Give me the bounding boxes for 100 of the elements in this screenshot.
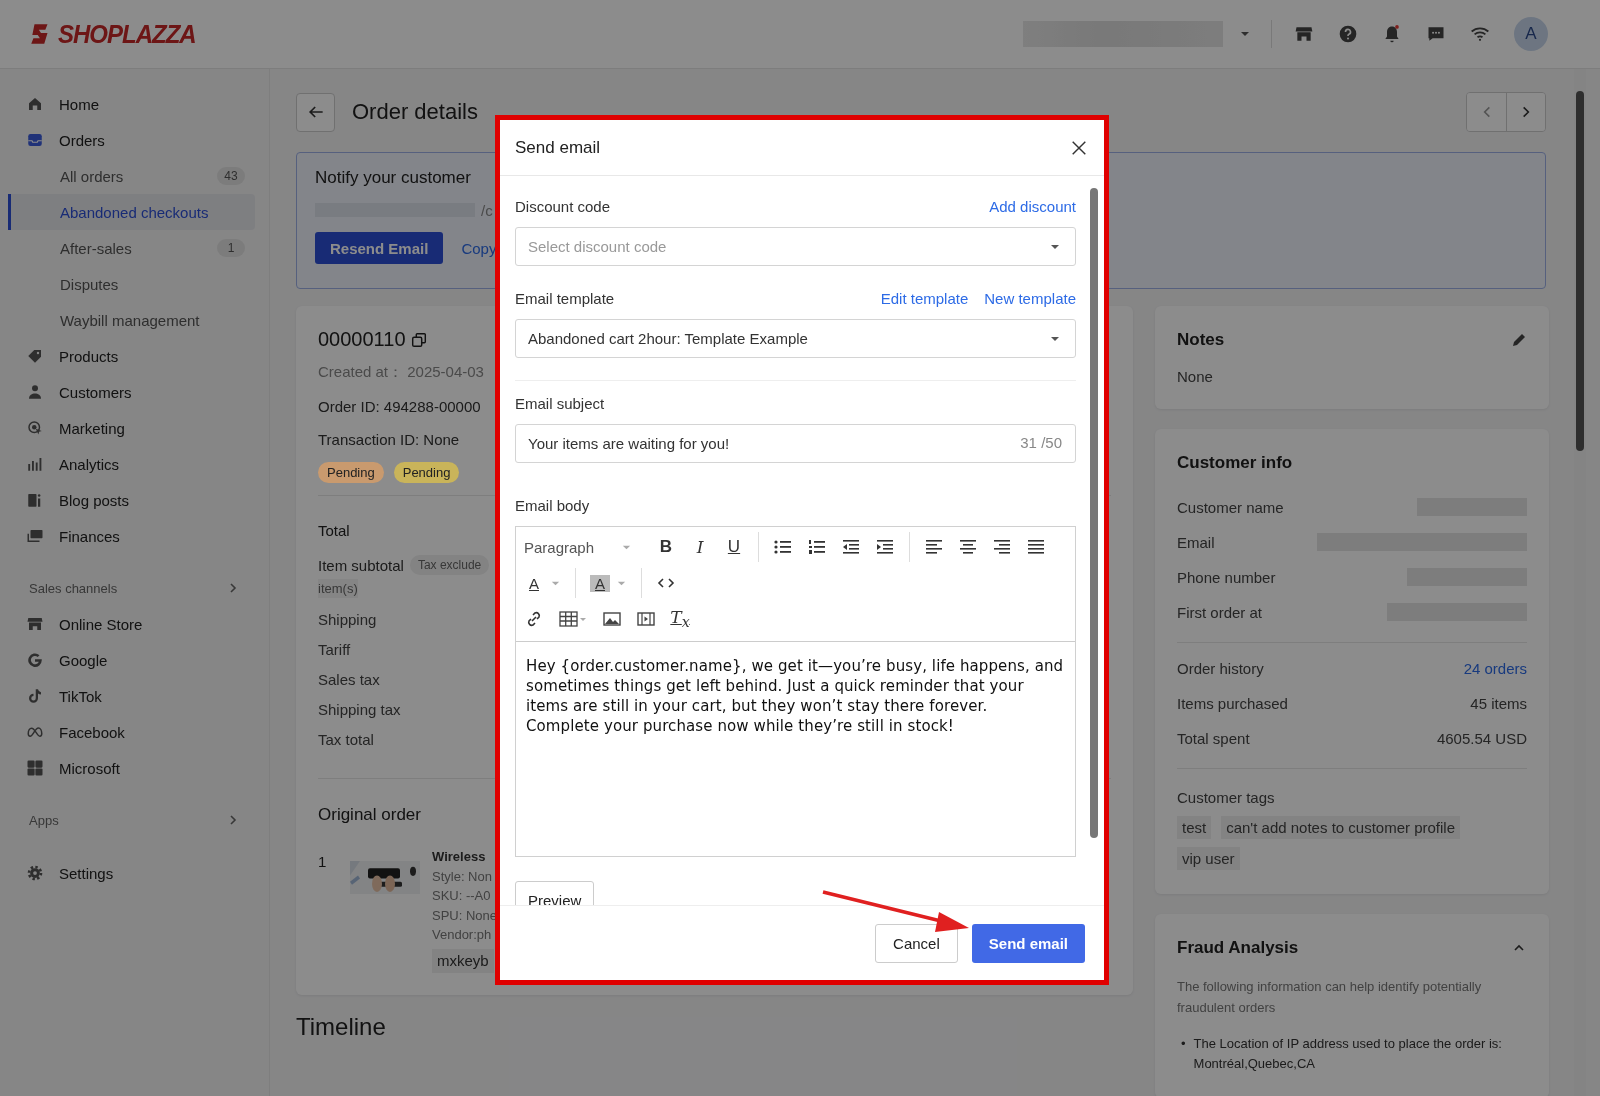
align-left-icon[interactable]	[924, 537, 944, 557]
nav-item[interactable]: Orders	[0, 122, 255, 158]
chat-icon[interactable]	[1426, 24, 1446, 44]
nav-item[interactable]: Online Store	[0, 606, 255, 642]
preview-button[interactable]: Preview	[515, 881, 595, 905]
nav-item[interactable]: Marketing	[0, 410, 255, 446]
nav-item[interactable]: Customers	[0, 374, 255, 410]
outdent-icon[interactable]	[841, 537, 861, 557]
card-icon	[26, 527, 44, 545]
nav-item[interactable]: TikTok	[0, 678, 255, 714]
wifi-icon[interactable]	[1470, 24, 1490, 44]
numbered-list-icon[interactable]	[807, 537, 827, 557]
nav-subitem[interactable]: After-sales 1	[0, 230, 255, 266]
tax-badge: Tax exclude	[409, 555, 490, 575]
person-icon	[26, 383, 44, 401]
image-icon[interactable]	[602, 609, 622, 629]
nav-subitem[interactable]: Waybill management	[0, 302, 255, 338]
indent-icon[interactable]	[875, 537, 895, 557]
copy-link[interactable]: Copy	[461, 239, 497, 257]
row-label: Sales tax	[318, 671, 380, 688]
nav-subitem[interactable]: Disputes	[0, 266, 255, 302]
section-title: Total	[318, 522, 350, 539]
help-icon[interactable]	[1338, 24, 1358, 44]
section-heading: Apps	[29, 812, 59, 828]
pencil-icon[interactable]	[1511, 332, 1527, 348]
justify-icon[interactable]	[1026, 537, 1046, 557]
text-color-button[interactable]: A	[524, 574, 544, 592]
edit-template-link[interactable]: Edit template	[880, 289, 969, 307]
letter-g-icon	[26, 651, 44, 669]
section-title: Original order	[318, 805, 421, 825]
template-select[interactable]: Abandoned cart 2hour: Template Example	[515, 319, 1076, 358]
email-body-field[interactable]: Hey {order.customer.name}, we get it—you’re busy, life happens, and sometimes things get left behind. Just a quick reminder that your items are still in your cart, but they won’t stay there forever. Complete your purchase now while they’re still in stock!	[516, 642, 1075, 856]
bold-button[interactable]: B	[656, 537, 676, 557]
transaction-id: Transaction ID: None	[318, 431, 460, 448]
nav-item[interactable]: Home	[0, 86, 255, 122]
items-note: item(s)	[318, 579, 358, 598]
underline-button[interactable]: U	[724, 537, 744, 557]
product-detail: Style: Non	[432, 867, 493, 886]
tag-icon	[26, 347, 44, 365]
customer-tag: test	[1177, 816, 1212, 839]
card-title: Notes	[1177, 330, 1225, 350]
nav-item[interactable]: Analytics	[0, 446, 255, 482]
nav-subitem[interactable]: All orders 43	[0, 158, 255, 194]
nav-item[interactable]: Blog posts	[0, 482, 255, 518]
resend-button[interactable]: Resend Email	[315, 232, 444, 264]
nav-item[interactable]: Google	[0, 642, 255, 678]
character-counter: 31 /50	[1020, 434, 1062, 451]
status-tag: Pending	[393, 462, 460, 483]
field-label: Discount code	[515, 197, 611, 215]
status-tag: Pending	[318, 462, 384, 483]
nav-item[interactable]: Finances	[0, 518, 255, 554]
nav-subitem[interactable]: Abandoned checkouts	[8, 194, 255, 230]
notes-text: None	[1177, 368, 1214, 385]
field-label: First order at	[1177, 603, 1263, 621]
add-discount-link[interactable]: Add discount	[989, 197, 1076, 215]
product-detail: SPU: None	[432, 906, 498, 925]
field-label: Email	[1177, 533, 1215, 551]
cancel-button[interactable]: Cancel	[875, 923, 958, 963]
video-icon[interactable]	[636, 609, 656, 629]
close-icon[interactable]	[1070, 138, 1088, 157]
back-button[interactable]	[296, 92, 335, 132]
table-icon[interactable]	[558, 609, 588, 629]
link-text: /c	[481, 201, 493, 219]
customer-tag: vip user	[1177, 847, 1240, 870]
chevron-right-icon[interactable]	[227, 814, 239, 826]
discount-select[interactable]: Select discount code	[515, 227, 1076, 266]
product-detail: SKU: --A0	[432, 887, 492, 906]
customer-tag: can't add notes to customer profile	[1221, 816, 1460, 839]
orders-link[interactable]: 24 orders	[1463, 659, 1527, 677]
banner-title: Notify your customer	[315, 168, 472, 188]
section-heading: Sales channels	[29, 580, 118, 596]
page-title: Order details	[352, 99, 479, 125]
field-label: Customer tags	[1177, 789, 1276, 806]
gear-icon	[26, 864, 44, 882]
align-right-icon[interactable]	[992, 537, 1012, 557]
field-value: 45 items	[1470, 694, 1527, 712]
fraud-description: The following information can help identify potentially fraudulent orders	[1177, 978, 1483, 1017]
row-label: Shipping	[318, 611, 377, 628]
highlight-color-button[interactable]: A	[590, 574, 610, 592]
chevron-right-icon[interactable]	[227, 582, 239, 594]
nav-item[interactable]: Facebook	[0, 714, 255, 750]
paragraph-dropdown[interactable]: Paragraph	[524, 538, 642, 556]
nav-item[interactable]: Microsoft	[0, 750, 255, 786]
nav-item[interactable]: Settings	[0, 855, 255, 891]
avatar[interactable]: A	[1514, 17, 1548, 51]
copy-icon[interactable]	[409, 330, 428, 349]
store-icon[interactable]	[1294, 24, 1314, 44]
music-note-icon	[26, 687, 44, 705]
italic-button[interactable]: I	[690, 537, 710, 557]
count-badge: 43	[217, 167, 245, 185]
send-email-button[interactable]: Send email	[971, 923, 1085, 963]
nav-item[interactable]: Products	[0, 338, 255, 374]
new-template-link[interactable]: New template	[984, 289, 1076, 307]
count-badge: 1	[217, 239, 245, 257]
house-icon	[26, 95, 44, 113]
row-label: Tariff	[318, 641, 351, 658]
field-label: Total spent	[1177, 729, 1250, 747]
align-center-icon[interactable]	[958, 537, 978, 557]
line-number: 1	[318, 853, 328, 870]
clear-format-button[interactable]: T$_{x}$	[670, 607, 690, 631]
